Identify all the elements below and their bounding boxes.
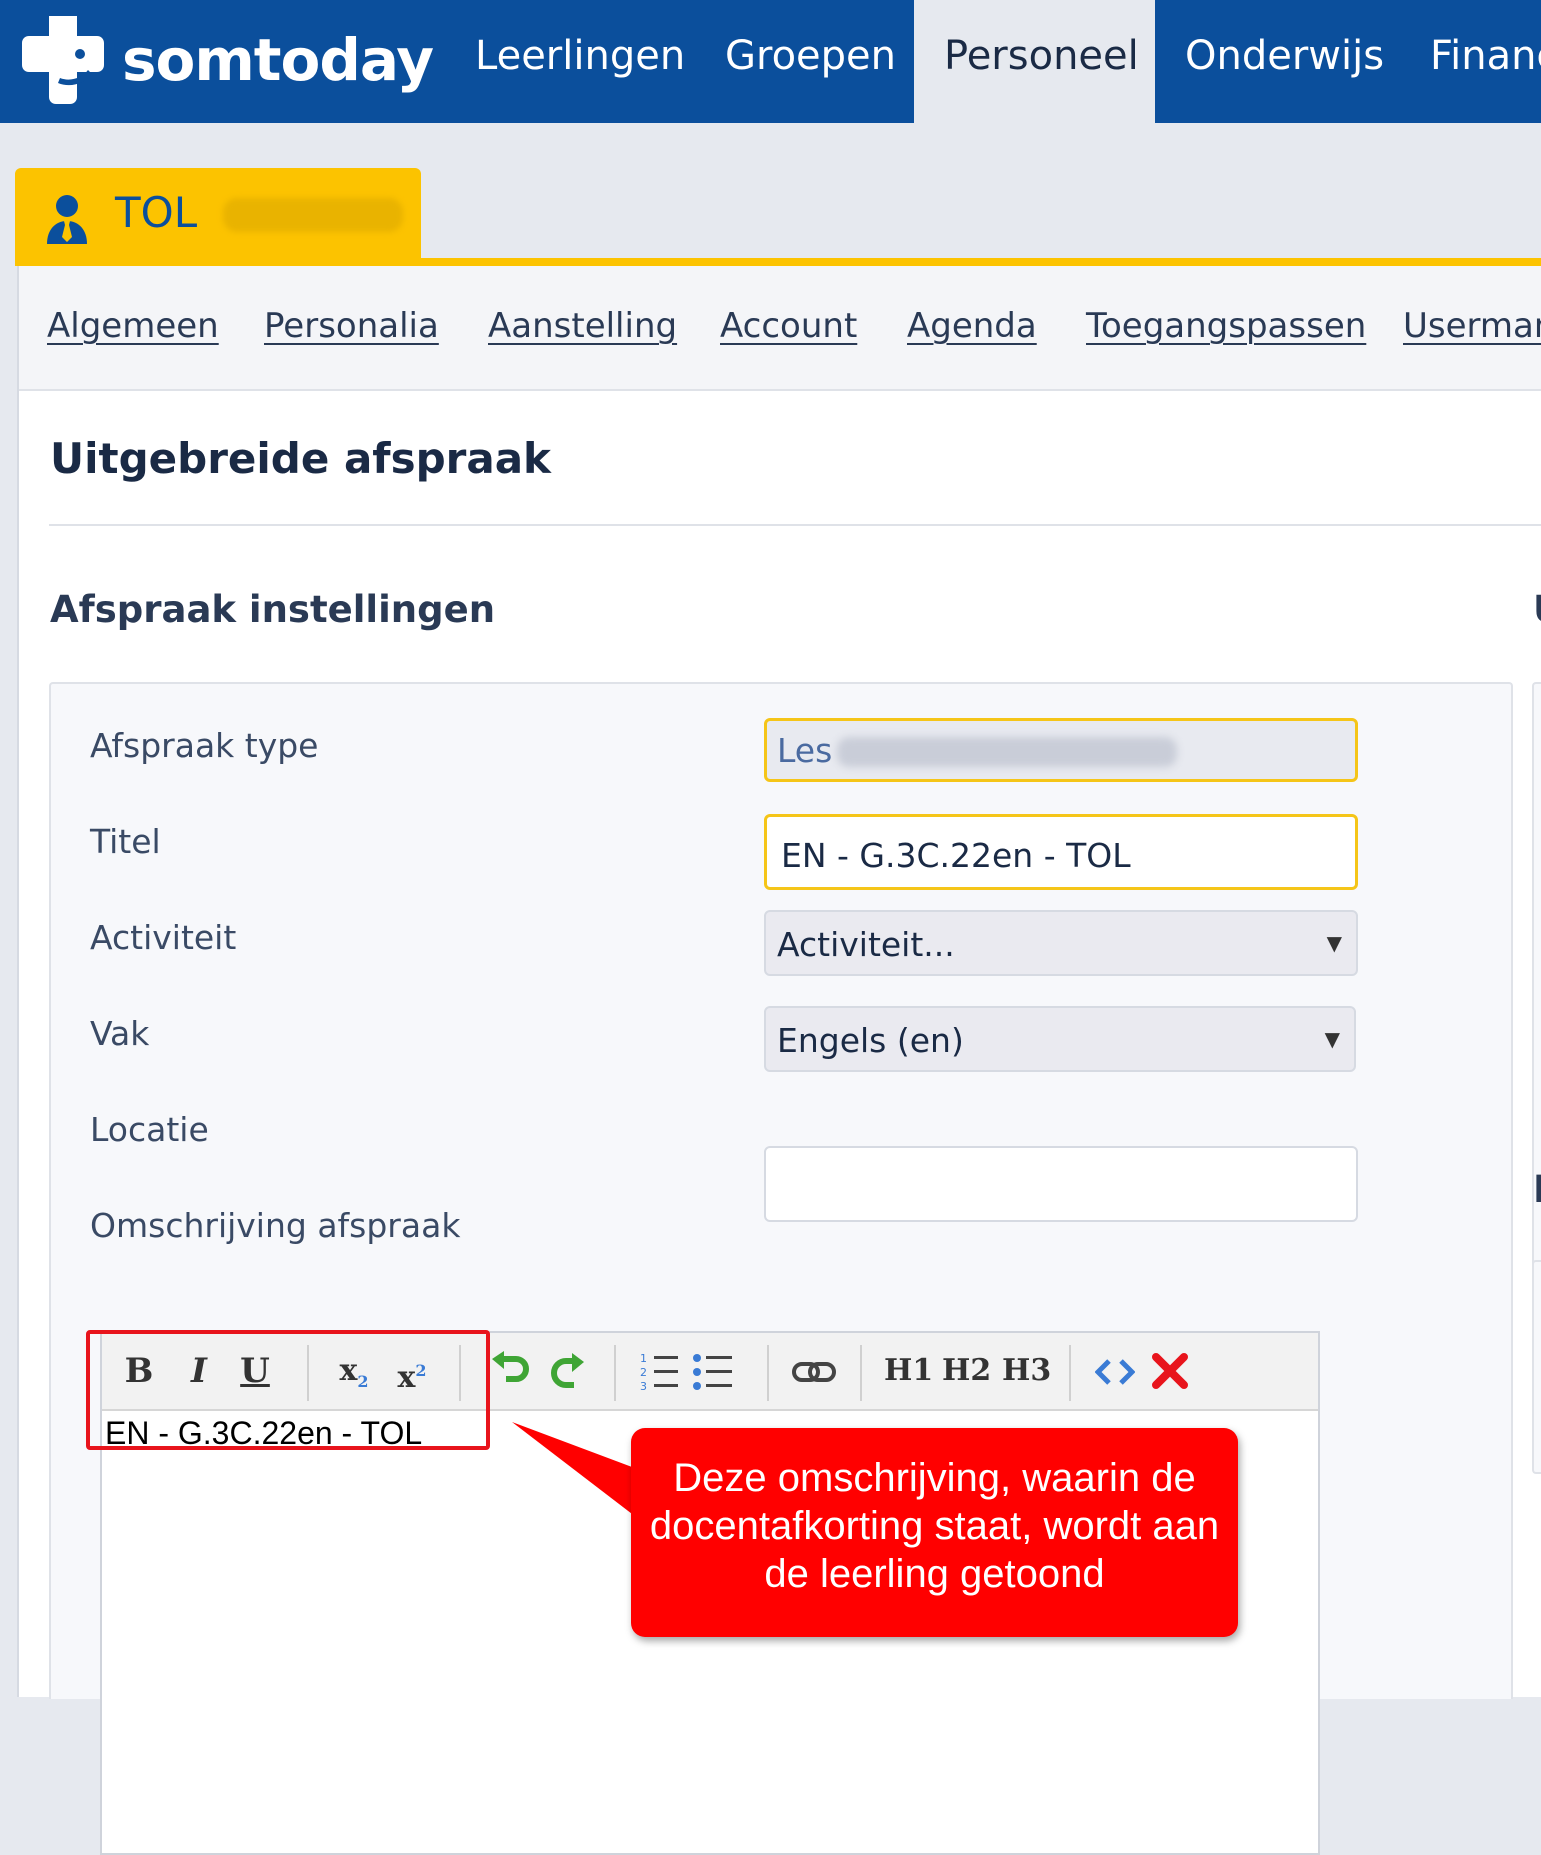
dropdown-arrow-icon: ▼ [1324,1027,1340,1051]
person-code: TOL [115,188,198,237]
vak-value: Engels (en) [777,1021,964,1060]
subtab-userman[interactable]: Userman [1403,306,1541,346]
subtab-aanstelling[interactable]: Aanstelling [488,306,677,346]
heading-3-button[interactable]: H3 [1002,1347,1051,1395]
sub-navigation: Algemeen Personalia Aanstelling Account … [19,266,1541,391]
unordered-list-icon[interactable] [692,1351,734,1393]
somtoday-logo-icon [22,16,104,104]
source-code-icon[interactable] [1095,1357,1135,1387]
subtab-algemeen[interactable]: Algemeen [47,306,219,346]
activiteit-select[interactable]: Activiteit... ▼ [764,910,1358,976]
dropdown-arrow-icon: ▼ [1326,931,1342,955]
nav-label: Financ [1430,33,1541,79]
toolbar-separator [860,1345,862,1401]
svg-text:1: 1 [640,1352,647,1365]
person-tab-underline [15,258,1541,266]
vak-select[interactable]: Engels (en) ▼ [764,1006,1356,1072]
vak-label: Vak [90,1014,150,1053]
side-section-title: U [1533,588,1541,631]
afspraak-type-redacted [837,737,1177,767]
redo-icon[interactable] [546,1351,588,1393]
titel-label: Titel [90,822,161,861]
nav-onderwijs[interactable]: Onderwijs [1185,0,1385,123]
nav-label: Onderwijs [1185,33,1385,79]
nav-leerlingen[interactable]: Leerlingen [475,0,685,123]
top-navigation: somtoday Leerlingen Groepen Personeel On… [0,0,1541,123]
nav-label: Leerlingen [475,33,686,79]
nav-label: Personeel [944,33,1139,79]
ordered-list-icon[interactable]: 1 2 3 [640,1351,680,1393]
locatie-label: Locatie [90,1110,209,1149]
somtoday-logo[interactable]: somtoday [22,10,434,110]
person-name-redacted [223,198,403,232]
user-icon [47,195,87,244]
svg-text:3: 3 [640,1380,647,1393]
locatie-input[interactable] [764,1146,1358,1222]
titel-input[interactable]: EN - G.3C.22en - TOL [764,814,1358,890]
subtab-agenda[interactable]: Agenda [907,306,1037,346]
afspraak-type-value: Les [777,731,833,770]
nav-groepen[interactable]: Groepen [725,0,905,123]
activiteit-label: Activiteit [90,918,237,957]
toolbar-separator [614,1345,616,1401]
heading-2-button[interactable]: H2 [942,1347,991,1395]
undo-icon[interactable] [488,1351,530,1393]
titel-value: EN - G.3C.22en - TOL [781,836,1131,875]
highlight-box [86,1330,490,1450]
person-tab[interactable]: TOL [15,168,421,258]
link-icon[interactable] [792,1359,836,1385]
type-label: Afspraak type [90,726,319,765]
heading-1-button[interactable]: H1 [884,1347,933,1395]
side-section-box [1532,1260,1541,1474]
clear-format-icon[interactable] [1150,1351,1190,1391]
annotation-text: Deze omschrijving, waarin de docentafkor… [649,1456,1220,1596]
nav-label: Groepen [725,33,896,79]
subtab-account[interactable]: Account [720,306,857,346]
afspraak-type-field: Les [764,718,1358,782]
subtab-personalia[interactable]: Personalia [264,306,439,346]
nav-personeel[interactable]: Personeel [914,0,1155,123]
svg-text:2: 2 [640,1366,647,1379]
activiteit-value: Activiteit... [777,925,955,964]
toolbar-separator [767,1345,769,1401]
annotation-callout: Deze omschrijving, waarin de docentafkor… [631,1428,1238,1637]
app-name: somtoday [122,26,434,94]
toolbar-separator [1069,1345,1071,1401]
side-section-title: E [1533,1168,1541,1211]
subtab-toegangspassen[interactable]: Toegangspassen [1086,306,1366,346]
omschrijving-label: Omschrijving afspraak [90,1206,461,1245]
nav-financ[interactable]: Financ [1430,0,1541,123]
